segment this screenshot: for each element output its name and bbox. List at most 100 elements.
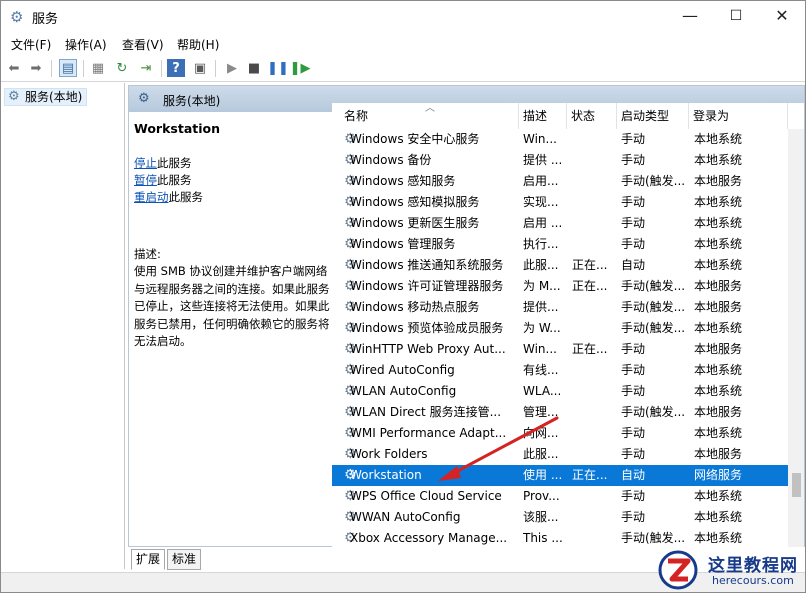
cell-name: Windows 感知服务 (350, 174, 456, 188)
cell-description: 向网... (523, 426, 559, 440)
cell-startup-type: 手动 (621, 132, 646, 146)
cell-description: Win... (523, 342, 557, 356)
service-row[interactable]: ⚙ Wired AutoConfig 有线... 手动 本地系统 (332, 360, 788, 381)
service-row[interactable]: ⚙ Windows 推送通知系统服务 此服... 正在... 自动 本地系统 (332, 255, 788, 276)
service-row[interactable]: ⚙ WinHTTP Web Proxy Aut... Win... 正在... 手动 本地… (332, 339, 788, 360)
restart-service-icon[interactable]: ❚▶ (290, 59, 311, 77)
cell-startup-type: 手动 (621, 153, 646, 167)
cell-description: 实现... (523, 195, 559, 209)
cell-logon-as: 本地系统 (694, 321, 743, 335)
cell-name: WinHTTP Web Proxy Aut... (350, 342, 506, 356)
service-row[interactable]: ⚙ Windows 安全中心服务 Win... 手动 本地系统 (332, 129, 788, 150)
extended-description: Workstation 停止此服务 暂停此服务 重启动此服务 描述: 使用 SM… (134, 121, 332, 351)
service-row[interactable]: ⚙ WWAN AutoConfig 该服... 手动 本地系统 (332, 507, 788, 528)
service-row[interactable]: ⚙ Windows 感知服务 启用... 手动(触发... 本地服务 (332, 171, 788, 192)
cell-status (572, 234, 616, 255)
cell-description: This ... (523, 531, 563, 545)
action-text: 此服务 (168, 190, 204, 204)
cell-startup-type: 手动 (621, 216, 646, 230)
service-row[interactable]: ⚙ WMI Performance Adapt... 向网... 手动 本地系统 (332, 423, 788, 444)
cell-logon-as: 本地系统 (694, 384, 743, 398)
action-pane-icon[interactable]: ▣ (191, 59, 209, 77)
service-row[interactable]: ⚙ Windows 移动热点服务 提供... 手动(触发... 本地服务 (332, 297, 788, 318)
column-header-logon-as[interactable]: 登录为 (689, 103, 788, 129)
cell-description: Prov... (523, 489, 560, 503)
cell-startup-type: 手动 (621, 237, 646, 251)
cell-name: Windows 更新医生服务 (350, 216, 480, 230)
scrollbar-thumb[interactable] (792, 473, 801, 497)
properties-icon[interactable]: ▦ (89, 59, 107, 77)
cell-name: Xbox Accessory Manage... (350, 531, 508, 545)
help-icon[interactable]: ? (167, 59, 185, 77)
cell-logon-as: 本地系统 (694, 132, 743, 146)
service-row[interactable]: ⚙ Windows 许可证管理器服务为 M... 正在... 手动(触发... 本地服务 (332, 276, 788, 297)
forward-arrow-icon[interactable]: ➡ (27, 59, 45, 77)
service-row[interactable]: ⚙ Work Folders 此服... 手动 本地服务 (332, 444, 788, 465)
column-header-startup-type[interactable]: 启动类型 (617, 103, 689, 129)
cell-startup-type: 手动 (621, 447, 646, 461)
cell-name: Windows 移动热点服务 (350, 300, 480, 314)
minimize-button[interactable]: — (667, 1, 713, 32)
export-list-icon[interactable]: ⇥ (137, 59, 155, 77)
column-header-status[interactable]: 状态 (567, 103, 617, 129)
pause-service-icon[interactable]: ❚❚ (267, 59, 289, 77)
column-header-name[interactable]: 名称 (332, 103, 519, 129)
cell-status (572, 318, 616, 339)
cell-description: WLA... (523, 384, 562, 398)
cell-logon-as: 本地系统 (694, 489, 743, 503)
menu-file[interactable]: 文件(F) (11, 36, 51, 53)
watermark-title: 这里教程网 (708, 556, 798, 576)
services-gear-icon: ⚙ (8, 89, 20, 104)
cell-name: Work Folders (350, 447, 428, 461)
cell-logon-as: 本地系统 (694, 363, 743, 377)
service-row[interactable]: ⚙ WLAN AutoConfig WLA... 手动 本地系统 (332, 381, 788, 402)
cell-logon-as: 本地系统 (694, 237, 743, 251)
cell-name: WPS Office Cloud Service (350, 489, 502, 503)
service-row[interactable]: ⚙ WLAN Direct 服务连接管... 管理... 手动(触发... 本地服务 (332, 402, 788, 423)
cell-name: Workstation (350, 468, 422, 482)
services-gear-icon: ⚙ (10, 8, 24, 26)
pause-service-link[interactable]: 暂停 (134, 173, 157, 187)
cell-name: Windows 管理服务 (350, 237, 456, 251)
service-row[interactable]: ⚙ Windows 更新医生服务 启用 ... 手动 本地系统 (332, 213, 788, 234)
stop-service-link[interactable]: 停止 (134, 156, 157, 170)
refresh-icon[interactable]: ↻ (113, 59, 131, 77)
maximize-button[interactable]: ☐ (713, 1, 759, 32)
cell-status (572, 381, 616, 402)
service-row[interactable]: ⚙ Workstation 使用 ... 正在... 自动 网络服务 (332, 465, 788, 486)
cell-startup-type: 手动 (621, 342, 646, 356)
service-row[interactable]: ⚙ Windows 备份 提供 ... 手动 本地系统 (332, 150, 788, 171)
service-row[interactable]: ⚙ Windows 预览体验成员服务为 W... 手动(触发... 本地系统 (332, 318, 788, 339)
menu-help[interactable]: 帮助(H) (177, 36, 219, 53)
cell-logon-as: 本地服务 (694, 447, 743, 461)
cell-logon-as: 本地系统 (694, 195, 743, 209)
cell-status (572, 486, 616, 507)
watermark-logo-icon (658, 550, 698, 590)
vertical-scrollbar[interactable] (788, 129, 804, 547)
column-header-description[interactable]: 描述 (519, 103, 567, 129)
show-hide-tree-icon[interactable]: ▤ (59, 59, 77, 77)
close-button[interactable]: ✕ (759, 1, 805, 32)
cell-description: 启用 ... (523, 216, 563, 230)
service-row[interactable]: ⚙ Windows 管理服务 执行... 手动 本地系统 (332, 234, 788, 255)
cell-startup-type: 自动 (621, 258, 646, 272)
menu-view[interactable]: 查看(V) (122, 36, 164, 53)
cell-name: WLAN AutoConfig (350, 384, 457, 398)
service-row[interactable]: ⚙ WPS Office Cloud Service Prov... 手动 本地系统 (332, 486, 788, 507)
cell-logon-as: 本地系统 (694, 258, 743, 272)
tab-standard[interactable]: 标准 (167, 549, 202, 570)
tab-extended[interactable]: 扩展 (131, 549, 166, 570)
menu-action[interactable]: 操作(A) (65, 36, 107, 53)
cell-name: WWAN AutoConfig (350, 510, 461, 524)
search-gear-icon: ⚙ (138, 91, 150, 106)
stop-service-icon[interactable]: ■ (245, 59, 263, 77)
start-service-icon[interactable]: ▶ (223, 59, 241, 77)
cell-startup-type: 手动(触发... (621, 174, 686, 188)
back-arrow-icon[interactable]: ⬅ (5, 59, 23, 77)
cell-status (572, 129, 616, 150)
service-row[interactable]: ⚙ Windows 感知模拟服务 实现... 手动 本地系统 (332, 192, 788, 213)
service-row[interactable]: ⚙ Xbox Accessory Manage... This ... 手动(触发..… (332, 528, 788, 547)
restart-service-link[interactable]: 重启动 (134, 190, 169, 204)
cell-logon-as: 本地服务 (694, 405, 743, 419)
tree-item-services-local[interactable]: ⚙ 服务(本地) (4, 88, 88, 106)
